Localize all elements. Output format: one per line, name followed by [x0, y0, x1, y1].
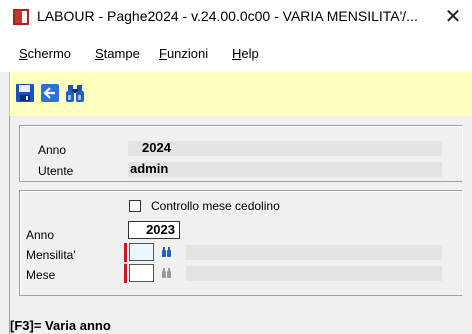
required-marker — [124, 243, 127, 262]
back-arrow-icon[interactable] — [40, 83, 60, 103]
menu-schermo-label: chermo — [27, 46, 72, 61]
anno-filter-label: Anno — [26, 228, 55, 242]
app-icon — [13, 9, 29, 25]
anno-filter-value: 2023 — [146, 222, 175, 237]
mensilita-input[interactable] — [129, 243, 154, 261]
controllo-mese-checkbox[interactable] — [129, 200, 141, 212]
left-border — [9, 116, 10, 334]
anno-filter-input[interactable]: 2023 — [128, 221, 180, 239]
toolbar — [9, 72, 472, 116]
required-marker — [124, 264, 127, 283]
anno-value-bg — [128, 141, 442, 156]
menu-stampe-accel: S — [95, 46, 104, 61]
menu-schermo-accel: S — [19, 46, 28, 61]
status-hint: [F3]= Varia anno — [10, 318, 111, 333]
menu-stampe[interactable]: Stampe — [95, 46, 140, 61]
mensilita-label: Mensilita' — [26, 248, 76, 262]
menu-help[interactable]: Help — [232, 46, 259, 61]
save-icon[interactable] — [15, 83, 35, 103]
menu-funzioni[interactable]: Funzioni — [159, 46, 208, 61]
anno-value: 2024 — [142, 140, 171, 155]
utente-value-bg — [128, 162, 442, 177]
anno-label: Anno — [38, 143, 67, 157]
menu-funzioni-label: unzioni — [166, 46, 209, 61]
binoculars-icon[interactable] — [65, 83, 85, 103]
controllo-mese-label: Controllo mese cedolino — [151, 199, 280, 213]
mese-input[interactable] — [129, 264, 154, 282]
menu-help-accel: H — [232, 46, 242, 61]
menu-help-label: elp — [241, 46, 259, 61]
utente-label: Utente — [38, 164, 74, 178]
mese-label: Mese — [26, 268, 56, 282]
menu-bar: Schermo Stampe Funzioni Help — [0, 36, 472, 72]
mese-description — [186, 266, 442, 281]
menu-schermo[interactable]: Schermo — [19, 46, 71, 61]
close-button[interactable]: ✕ — [440, 4, 466, 30]
menu-stampe-label: tampe — [103, 46, 140, 61]
mensilita-search-icon[interactable] — [162, 247, 171, 259]
utente-value: admin — [130, 161, 169, 176]
mensilita-description — [186, 245, 442, 260]
window-title: LABOUR - Paghe2024 - v.24.00.0c00 - VARI… — [37, 8, 418, 24]
menu-funzioni-accel: F — [159, 46, 167, 61]
mese-search-icon[interactable] — [162, 268, 171, 280]
